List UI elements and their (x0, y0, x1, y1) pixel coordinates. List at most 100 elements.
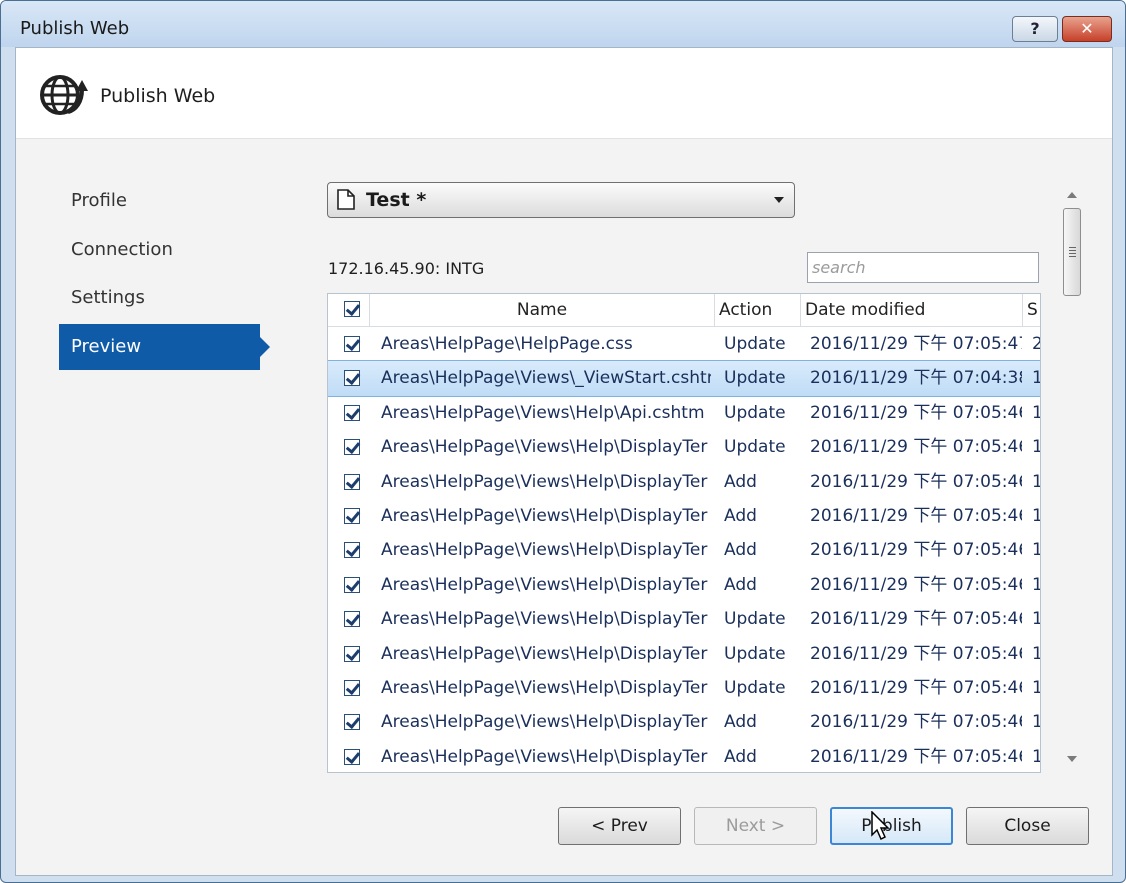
nav-item-settings[interactable]: Settings (59, 275, 260, 321)
row-checkbox-cell (328, 499, 370, 533)
grip-line (1069, 253, 1076, 254)
column-header-action[interactable]: Action (715, 294, 801, 326)
file-date-modified: 2016/11/29 下午 07:05:46 (810, 746, 1022, 767)
table-body: Areas\HelpPage\HelpPage.css Update 2016/11… (328, 327, 1040, 772)
table-row[interactable]: Areas\HelpPage\Views\Help\DisplayTer Add 2… (328, 568, 1040, 602)
file-date-modified: 2016/11/29 下午 07:04:38 (810, 368, 1022, 389)
column-header-name[interactable]: Name (370, 294, 715, 326)
row-checkbox-cell (328, 361, 370, 395)
row-checkbox[interactable] (344, 714, 360, 731)
row-checkbox-cell (328, 533, 370, 567)
file-name: Areas\HelpPage\HelpPage.css (381, 334, 633, 354)
row-checkbox[interactable] (344, 473, 360, 490)
file-action: Update (724, 677, 786, 698)
table-row[interactable]: Areas\HelpPage\Views\_ViewStart.cshtr Upd… (328, 360, 1040, 397)
prev-button[interactable]: < Prev (558, 807, 681, 845)
row-checkbox[interactable] (344, 611, 360, 628)
scroll-down-arrow-icon[interactable] (1067, 756, 1077, 762)
file-name: Areas\HelpPage\Views\Help\DisplayTer (381, 677, 708, 698)
table-row[interactable]: Areas\HelpPage\Views\Help\DisplayTer Upda… (328, 637, 1040, 671)
nav-item-profile[interactable]: Profile (59, 178, 260, 224)
file-date-modified: 2016/11/29 下午 07:05:46 (810, 505, 1022, 526)
row-checkbox[interactable] (344, 748, 360, 765)
row-checkbox[interactable] (344, 679, 360, 696)
row-checkbox[interactable] (344, 542, 360, 559)
document-icon (337, 189, 355, 210)
row-checkbox[interactable] (344, 507, 360, 524)
search-input[interactable] (807, 252, 1039, 283)
nav-item-preview[interactable]: Preview (59, 324, 270, 370)
file-size: 1 (1032, 568, 1040, 602)
file-action: Update (724, 609, 786, 630)
header-title: Publish Web (100, 85, 216, 107)
file-name: Areas\HelpPage\Views\Help\DisplayTer (381, 712, 708, 733)
file-name: Areas\HelpPage\Views\Help\DisplayTer (381, 505, 708, 526)
profile-dropdown-value: Test * (366, 189, 427, 211)
file-name: Areas\HelpPage\Views\_ViewStart.cshtr (381, 368, 711, 389)
file-action: Add (724, 505, 757, 526)
file-name: Areas\HelpPage\Views\Help\DisplayTer (381, 609, 708, 630)
publish-web-dialog: Publish Web ? ✕ Publish Web Profile Conn… (0, 0, 1126, 883)
file-date-modified: 2016/11/29 下午 07:05:46 (810, 471, 1022, 492)
file-action: Update (724, 334, 786, 354)
file-action: Update (724, 643, 786, 664)
row-checkbox-cell (328, 740, 370, 772)
window-title: Publish Web (20, 18, 130, 39)
profile-dropdown[interactable]: Test * (327, 182, 795, 218)
file-action: Add (724, 746, 757, 767)
table-row[interactable]: Areas\HelpPage\Views\Help\DisplayTer Upda… (328, 430, 1040, 464)
column-header-size[interactable]: S (1023, 294, 1040, 326)
table-row[interactable]: Areas\HelpPage\HelpPage.css Update 2016/11… (328, 327, 1040, 361)
preview-file-table: Name Action Date modified S Areas\HelpPa… (327, 293, 1041, 773)
help-button[interactable]: ? (1012, 16, 1058, 42)
file-name: Areas\HelpPage\Views\Help\DisplayTer (381, 437, 708, 458)
table-row[interactable]: Areas\HelpPage\Views\Help\DisplayTer Add 2… (328, 740, 1040, 772)
row-checkbox-cell (328, 637, 370, 671)
row-checkbox[interactable] (344, 576, 360, 593)
file-date-modified: 2016/11/29 下午 07:05:46 (810, 677, 1022, 698)
row-checkbox[interactable] (344, 439, 360, 456)
file-size: 1 (1032, 671, 1040, 705)
scrollbar-thumb[interactable] (1063, 208, 1081, 296)
file-date-modified: 2016/11/29 下午 07:05:46 (810, 574, 1022, 595)
file-size: 1 (1032, 465, 1040, 499)
nav-item-connection[interactable]: Connection (59, 227, 260, 273)
row-checkbox[interactable] (344, 336, 360, 352)
close-window-button[interactable]: ✕ (1062, 16, 1112, 42)
row-checkbox[interactable] (344, 404, 360, 421)
file-date-modified: 2016/11/29 下午 07:05:47 (810, 334, 1022, 354)
file-date-modified: 2016/11/29 下午 07:05:46 (810, 437, 1022, 458)
file-name: Areas\HelpPage\Views\Help\Api.cshtm (381, 402, 705, 423)
column-header-date-modified[interactable]: Date modified (801, 294, 1023, 326)
table-row[interactable]: Areas\HelpPage\Views\Help\DisplayTer Upda… (328, 602, 1040, 636)
mouse-cursor-icon (871, 811, 890, 841)
file-name: Areas\HelpPage\Views\Help\DisplayTer (381, 471, 708, 492)
file-size: 1 (1032, 430, 1040, 464)
table-row[interactable]: Areas\HelpPage\Views\Help\DisplayTer Add 2… (328, 465, 1040, 499)
file-action: Add (724, 471, 757, 492)
table-row[interactable]: Areas\HelpPage\Views\Help\DisplayTer Add 2… (328, 705, 1040, 739)
file-name: Areas\HelpPage\Views\Help\DisplayTer (381, 643, 708, 664)
file-action: Update (724, 437, 786, 458)
table-row[interactable]: Areas\HelpPage\Views\Help\Api.cshtm Updat… (328, 396, 1040, 430)
row-checkbox[interactable] (344, 645, 360, 662)
select-all-checkbox[interactable] (344, 301, 360, 317)
row-checkbox-cell (328, 465, 370, 499)
file-size: 1 (1032, 533, 1040, 567)
server-label: 172.16.45.90: INTG (328, 259, 485, 278)
row-checkbox-cell (328, 705, 370, 739)
row-checkbox[interactable] (344, 370, 360, 387)
file-size: 1 (1032, 602, 1040, 636)
table-row[interactable]: Areas\HelpPage\Views\Help\DisplayTer Add 2… (328, 499, 1040, 533)
row-checkbox-cell (328, 396, 370, 430)
chevron-down-icon (774, 197, 784, 203)
table-row[interactable]: Areas\HelpPage\Views\Help\DisplayTer Add 2… (328, 533, 1040, 567)
file-date-modified: 2016/11/29 下午 07:05:46 (810, 712, 1022, 733)
scroll-up-arrow-icon[interactable] (1067, 192, 1077, 198)
close-button[interactable]: Close (966, 807, 1089, 845)
vertical-scrollbar[interactable] (1060, 184, 1084, 770)
file-date-modified: 2016/11/29 下午 07:05:46 (810, 540, 1022, 561)
next-button[interactable]: Next > (694, 807, 817, 845)
table-row[interactable]: Areas\HelpPage\Views\Help\DisplayTer Upda… (328, 671, 1040, 705)
grip-line (1069, 247, 1076, 248)
